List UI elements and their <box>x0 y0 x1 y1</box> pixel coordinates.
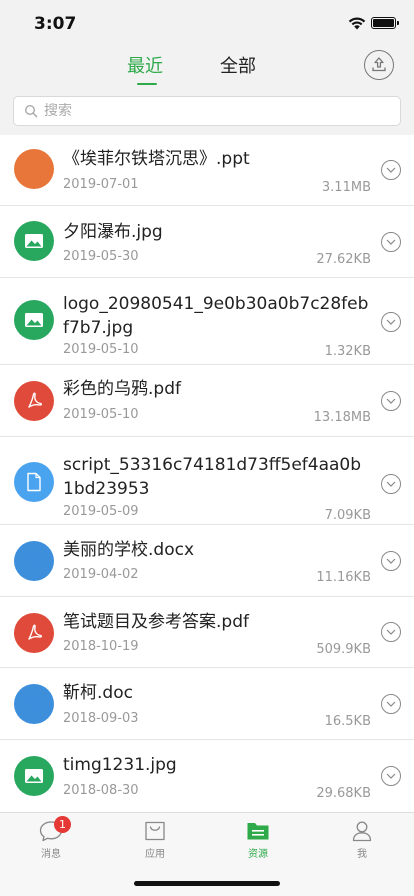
tab-messages[interactable]: 1 消息 <box>21 816 81 860</box>
pdf-file-icon <box>14 381 54 421</box>
folder-icon <box>247 823 269 840</box>
file-size: 509.9KB <box>316 642 371 657</box>
file-name: script_53316c74181d73ff5ef4aa0b1bd23953 <box>63 455 362 499</box>
battery-icon <box>371 17 399 29</box>
file-date: 2019-05-09 <box>63 504 139 517</box>
file-row[interactable]: 夕阳瀑布.jpg 2019-05-30 27.62KB <box>0 206 414 278</box>
file-row[interactable]: P 《埃菲尔铁塔沉思》.ppt 2019-07-01 3.11MB <box>0 135 414 206</box>
file-row[interactable]: logo_20980541_9e0b30a0b7c28febf7b7.jpg 2… <box>0 278 414 365</box>
person-icon <box>352 821 372 842</box>
file-name: 笔试题目及参考答案.pdf <box>63 612 249 632</box>
file-date: 2018-10-19 <box>63 639 139 654</box>
generic-file-icon <box>14 462 54 502</box>
file-size: 29.68KB <box>316 786 371 801</box>
file-date: 2018-09-03 <box>63 711 139 726</box>
tab-all[interactable]: 全部 <box>220 52 256 78</box>
file-name: logo_20980541_9e0b30a0b7c28febf7b7.jpg <box>63 294 369 338</box>
search-icon <box>24 104 38 118</box>
file-row[interactable]: 彩色的乌鸦.pdf 2019-05-10 13.18MB <box>0 365 414 437</box>
tab-recent[interactable]: 最近 <box>127 52 163 78</box>
file-name: 美丽的学校.docx <box>63 540 195 560</box>
icon-letter: W <box>23 693 45 715</box>
file-row[interactable]: W 靳柯.doc 2018-09-03 16.5KB <box>0 668 414 740</box>
upload-button[interactable] <box>364 50 394 80</box>
chevron-down-icon[interactable] <box>381 391 401 411</box>
tab-label: 我 <box>357 849 367 860</box>
file-name: 靳柯.doc <box>63 683 133 703</box>
tab-me[interactable]: 我 <box>332 819 392 860</box>
tab-label: 资源 <box>248 849 268 860</box>
file-row[interactable]: timg1231.jpg 2018-08-30 29.68KB <box>0 740 414 812</box>
bag-icon <box>145 821 165 841</box>
file-name: 《埃菲尔铁塔沉思》.ppt <box>63 149 250 169</box>
chevron-down-icon[interactable] <box>381 551 401 571</box>
chevron-down-icon[interactable] <box>381 766 401 786</box>
file-size: 7.09KB <box>324 508 371 523</box>
file-size: 27.62KB <box>316 252 371 267</box>
tab-label: 消息 <box>41 849 61 860</box>
chevron-down-icon[interactable] <box>381 694 401 714</box>
chevron-down-icon[interactable] <box>381 622 401 642</box>
chevron-down-icon[interactable] <box>381 474 401 494</box>
file-size: 16.5KB <box>324 714 371 729</box>
tab-label: 应用 <box>145 849 165 860</box>
tab-resources[interactable]: 资源 <box>228 819 288 860</box>
tab-apps[interactable]: 应用 <box>125 819 185 860</box>
file-date: 2018-08-30 <box>63 783 139 798</box>
file-date: 2019-05-30 <box>63 249 139 264</box>
file-size: 1.32KB <box>324 344 371 359</box>
file-row[interactable]: script_53316c74181d73ff5ef4aa0b1bd23953 … <box>0 437 414 525</box>
upload-icon <box>372 57 386 72</box>
image-file-icon <box>14 756 54 796</box>
file-name: 夕阳瀑布.jpg <box>63 222 163 242</box>
file-date: 2019-05-10 <box>63 342 139 355</box>
file-row[interactable]: 笔试题目及参考答案.pdf 2018-10-19 509.9KB <box>0 597 414 668</box>
app-screen: 3:07 最近 全部 P 《埃菲尔铁塔沉思》.ppt 2019-07- <box>0 0 414 896</box>
file-size: 11.16KB <box>316 570 371 585</box>
active-tab-indicator <box>137 83 157 85</box>
file-name: timg1231.jpg <box>63 755 177 775</box>
file-size: 13.18MB <box>313 410 371 425</box>
file-list: P 《埃菲尔铁塔沉思》.ppt 2019-07-01 3.11MB 夕阳瀑布.j… <box>0 135 414 812</box>
search-input[interactable] <box>44 103 384 119</box>
word-file-icon: W <box>14 684 54 724</box>
home-indicator <box>134 881 280 886</box>
chevron-down-icon[interactable] <box>381 232 401 252</box>
file-name: 彩色的乌鸦.pdf <box>63 379 181 399</box>
chevron-down-icon[interactable] <box>381 312 401 332</box>
file-date: 2019-04-02 <box>63 567 139 582</box>
search-bar <box>13 96 401 126</box>
file-date: 2019-05-10 <box>63 407 139 422</box>
status-bar: 3:07 <box>0 0 414 48</box>
image-file-icon <box>14 300 54 340</box>
word-file-icon: W <box>14 541 54 581</box>
pdf-file-icon <box>14 613 54 653</box>
header: 最近 全部 <box>0 48 414 90</box>
unread-badge: 1 <box>54 816 71 833</box>
wifi-icon <box>348 17 366 30</box>
icon-letter: P <box>27 158 41 180</box>
file-row[interactable]: W 美丽的学校.docx 2019-04-02 11.16KB <box>0 525 414 597</box>
chevron-down-icon[interactable] <box>381 160 401 180</box>
ppt-file-icon: P <box>14 149 54 189</box>
status-time: 3:07 <box>34 14 77 34</box>
icon-letter: W <box>23 550 45 572</box>
file-date: 2019-07-01 <box>63 177 139 192</box>
image-file-icon <box>14 221 54 261</box>
file-size: 3.11MB <box>321 180 371 195</box>
